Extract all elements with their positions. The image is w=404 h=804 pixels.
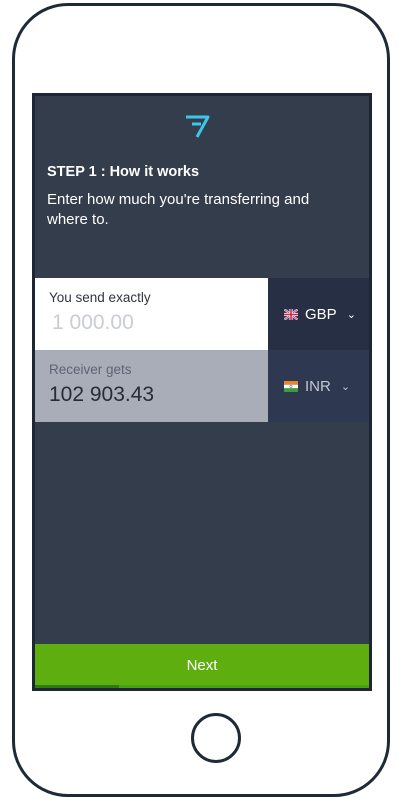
receive-currency-code: INR (305, 377, 331, 395)
send-currency-code: GBP (305, 305, 337, 323)
uk-flag-icon (284, 308, 298, 320)
progress-fill (35, 685, 119, 688)
step-title: STEP 1 : How it works (47, 164, 200, 180)
send-row: You send exactly 1 000.00 GBP ⌄ (35, 278, 369, 350)
chevron-down-icon: ⌄ (340, 380, 351, 393)
receive-row: Receiver gets 102 903.43 INR ⌄ (35, 350, 369, 422)
send-label: You send exactly (49, 290, 151, 305)
receive-amount: 102 903.43 (49, 383, 155, 406)
send-currency-select[interactable]: GBP ⌄ (268, 278, 369, 350)
app-screen: STEP 1 : How it works Enter how much you… (32, 93, 372, 691)
send-amount-field[interactable]: You send exactly 1 000.00 (35, 278, 268, 350)
transferwise-logo-icon (186, 115, 210, 138)
india-flag-icon (284, 380, 298, 392)
home-button[interactable] (191, 713, 241, 763)
progress-bar (35, 685, 369, 688)
step-description: Enter how much you're transferring and w… (47, 191, 310, 228)
receive-amount-field[interactable]: Receiver gets 102 903.43 (35, 350, 268, 422)
receive-currency-select[interactable]: INR ⌄ (268, 350, 369, 422)
chevron-down-icon: ⌄ (346, 308, 356, 321)
receive-label: Receiver gets (49, 362, 132, 377)
send-amount-placeholder[interactable]: 1 000.00 (49, 311, 254, 335)
next-button[interactable]: Next (35, 644, 369, 686)
